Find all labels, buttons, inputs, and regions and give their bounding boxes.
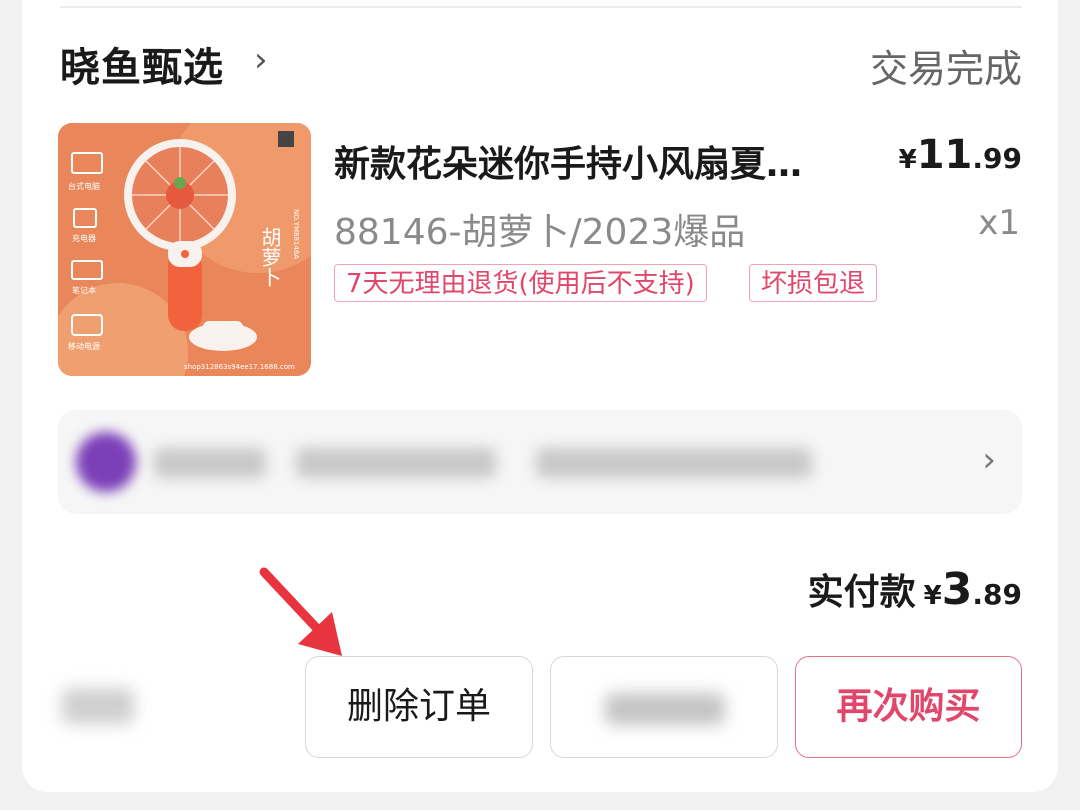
amount-decimal: .89: [972, 578, 1022, 611]
product-price: ¥11.99: [899, 132, 1022, 178]
order-status: 交易完成: [869, 47, 1022, 91]
blurred-text: [154, 448, 266, 478]
blurred-info-bar[interactable]: ›: [58, 410, 1022, 514]
product-image[interactable]: 台式电脑 充电器 笔记本 移动电源 胡萝卜 NO.YM88146A shop31…: [58, 123, 311, 376]
blurred-action-button[interactable]: [550, 656, 778, 758]
blurred-more-link[interactable]: [62, 688, 134, 724]
blurred-text: [536, 448, 812, 478]
image-model-text: NO.YM88146A: [292, 209, 300, 259]
product-quantity: x1: [978, 203, 1020, 243]
image-label-1: 台式电脑: [68, 181, 100, 191]
image-label-2: 充电器: [72, 233, 96, 243]
price-decimal: .99: [972, 142, 1022, 175]
chevron-right-icon[interactable]: ›: [254, 40, 268, 80]
amount-currency: ¥: [923, 581, 942, 611]
product-sku: 88146-胡萝卜/2023爆品: [334, 212, 746, 253]
fan-product-illustration: 台式电脑 充电器 笔记本 移动电源 胡萝卜 NO.YM88146A shop31…: [58, 123, 311, 376]
delete-order-button[interactable]: 删除订单: [305, 656, 533, 758]
shop-name[interactable]: 晓鱼甄选: [60, 35, 224, 93]
blurred-text: [296, 448, 496, 478]
image-label-3: 笔记本: [72, 285, 96, 295]
price-currency: ¥: [898, 145, 917, 175]
amount-integer: 3: [941, 564, 973, 615]
damage-refund-tag: 坏损包退: [749, 264, 878, 302]
return-policy-tag: 7天无理由退货(使用后不支持): [334, 264, 707, 302]
image-label-4: 移动电源: [68, 341, 100, 351]
blurred-button-label: [605, 693, 725, 725]
red-arrow-icon: [259, 567, 342, 656]
buy-again-button[interactable]: 再次购买: [795, 656, 1022, 758]
chevron-right-icon[interactable]: ›: [982, 440, 996, 480]
product-title[interactable]: 新款花朵迷你手持小风扇夏…: [334, 135, 802, 187]
amount-paid: 实付款 ¥3.89: [808, 563, 1022, 615]
image-vertical-text: 胡萝卜: [258, 227, 282, 287]
amount-paid-label: 实付款: [807, 572, 916, 613]
blurred-avatar: [76, 432, 136, 492]
divider: [60, 6, 1022, 8]
image-url-text: shop312863s94ee17.1688.com: [184, 363, 295, 371]
price-integer: 11: [916, 132, 973, 178]
